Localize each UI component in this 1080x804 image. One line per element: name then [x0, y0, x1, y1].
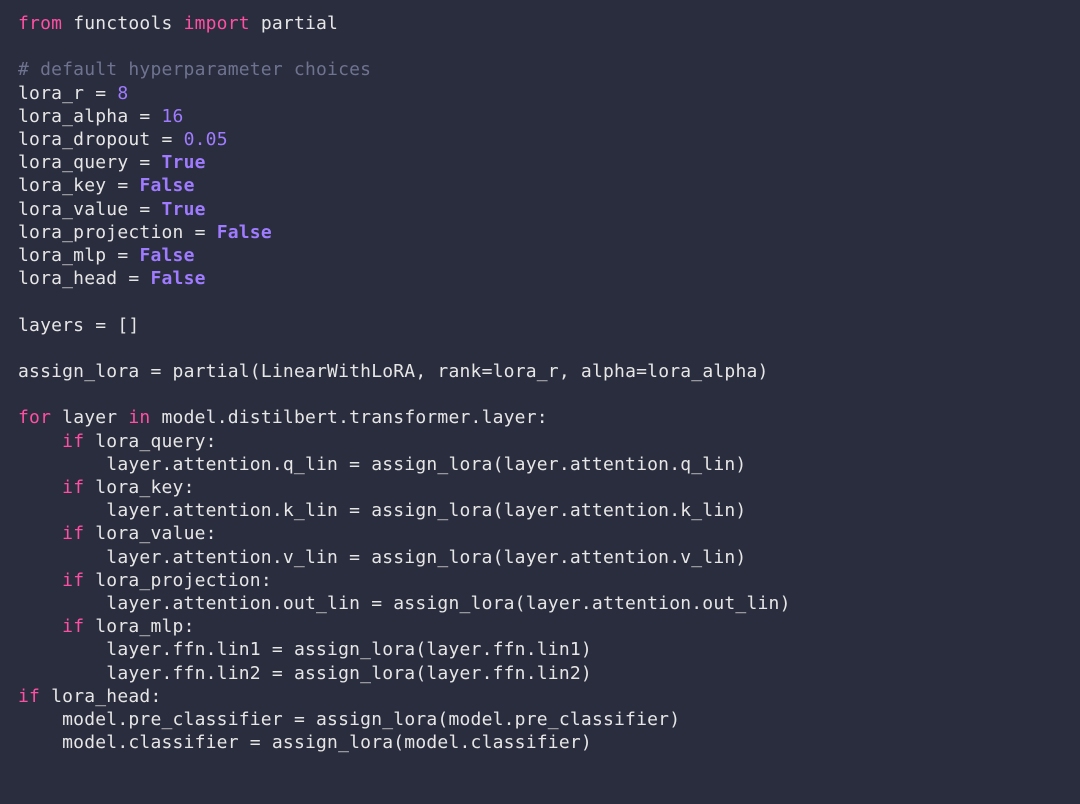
code-token: = [272, 663, 283, 684]
code-token: if [62, 570, 84, 591]
code-token: lora_projection: [84, 570, 272, 591]
code-token: True [162, 152, 206, 173]
code-token: lora_projection [18, 222, 195, 243]
code-token: lora_head [18, 268, 128, 289]
code-token: = [371, 593, 382, 614]
code-token [128, 175, 139, 196]
code-token: False [139, 245, 194, 266]
code-token: = [349, 547, 360, 568]
code-token [18, 616, 62, 637]
code-token: = [636, 361, 647, 382]
code-token: lora_r, alpha [493, 361, 636, 382]
code-token: model.distilbert.transformer.layer: [150, 407, 547, 428]
code-token: if [62, 477, 84, 498]
code-token: layer [51, 407, 128, 428]
code-token: = [250, 732, 261, 753]
code-token: lora_value [18, 199, 139, 220]
code-token [150, 152, 161, 173]
code-token: lora_r [18, 83, 95, 104]
code-token: lora_alpha) [647, 361, 768, 382]
code-content: from functools import partial # default … [18, 13, 791, 753]
code-token: layer.attention.q_lin [18, 454, 349, 475]
code-token: = [349, 500, 360, 521]
code-token: layer.ffn.lin2 [18, 663, 272, 684]
code-token: = [294, 709, 305, 730]
code-token: lora_query [18, 152, 139, 173]
code-token: = [272, 639, 283, 660]
code-token: assign_lora(layer.attention.out_lin) [382, 593, 790, 614]
code-token: False [139, 175, 194, 196]
code-token: = [195, 222, 206, 243]
code-token: lora_key: [84, 477, 194, 498]
code-token: lora_mlp: [84, 616, 194, 637]
code-token: from [18, 13, 62, 34]
code-token: lora_mlp [18, 245, 117, 266]
code-token: if [62, 616, 84, 637]
code-token: if [62, 523, 84, 544]
code-token: assign_lora(layer.ffn.lin1) [283, 639, 592, 660]
code-token: = [117, 245, 128, 266]
code-token: = [139, 199, 150, 220]
code-token: = [349, 454, 360, 475]
code-token [106, 315, 117, 336]
code-token [18, 570, 62, 591]
code-token: assign_lora(model.classifier) [261, 732, 592, 753]
code-token [150, 199, 161, 220]
code-token [18, 477, 62, 498]
code-token: lora_value: [84, 523, 216, 544]
code-token: assign_lora(layer.attention.v_lin) [360, 547, 746, 568]
code-token: if [18, 686, 40, 707]
code-token: layers [18, 315, 95, 336]
code-token [139, 268, 150, 289]
code-token: for [18, 407, 51, 428]
code-token: in [128, 407, 150, 428]
code-token: layer.attention.v_lin [18, 547, 349, 568]
code-token: = [117, 175, 128, 196]
code-token: lora_dropout [18, 129, 161, 150]
code-token [128, 245, 139, 266]
code-token: partial [250, 13, 338, 34]
code-token: lora_query: [84, 431, 216, 452]
code-token: model.pre_classifier [18, 709, 294, 730]
code-token: = [150, 361, 161, 382]
code-token: layer.attention.k_lin [18, 500, 349, 521]
code-token: lora_key [18, 175, 117, 196]
code-token: assign_lora(model.pre_classifier) [305, 709, 680, 730]
code-token [206, 222, 217, 243]
code-token: if [62, 431, 84, 452]
code-token: = [482, 361, 493, 382]
code-token: [] [117, 315, 139, 336]
code-block: from functools import partial # default … [0, 0, 1080, 771]
code-token: 0.05 [184, 129, 228, 150]
code-token [150, 106, 161, 127]
code-token: = [128, 268, 139, 289]
code-token: assign_lora [18, 361, 150, 382]
code-token: partial(LinearWithLoRA, rank [162, 361, 482, 382]
code-token: 8 [117, 83, 128, 104]
code-token: False [217, 222, 272, 243]
code-token: = [139, 152, 150, 173]
code-token: # default hyperparameter choices [18, 59, 371, 80]
code-token: lora_alpha [18, 106, 139, 127]
code-token: assign_lora(layer.attention.k_lin) [360, 500, 746, 521]
code-token [173, 129, 184, 150]
code-token: import [184, 13, 250, 34]
code-token: 16 [162, 106, 184, 127]
code-token [18, 523, 62, 544]
code-token: assign_lora(layer.ffn.lin2) [283, 663, 592, 684]
code-token: = [95, 83, 106, 104]
code-token [106, 83, 117, 104]
code-token: assign_lora(layer.attention.q_lin) [360, 454, 746, 475]
code-token: = [161, 129, 172, 150]
code-token: False [150, 268, 205, 289]
code-token: layer.ffn.lin1 [18, 639, 272, 660]
code-token: layer.attention.out_lin [18, 593, 371, 614]
code-token: = [95, 315, 106, 336]
code-token: = [139, 106, 150, 127]
code-token: model.classifier [18, 732, 250, 753]
code-token [18, 431, 62, 452]
code-token: functools [62, 13, 183, 34]
code-token: True [162, 199, 206, 220]
code-token: lora_head: [40, 686, 161, 707]
